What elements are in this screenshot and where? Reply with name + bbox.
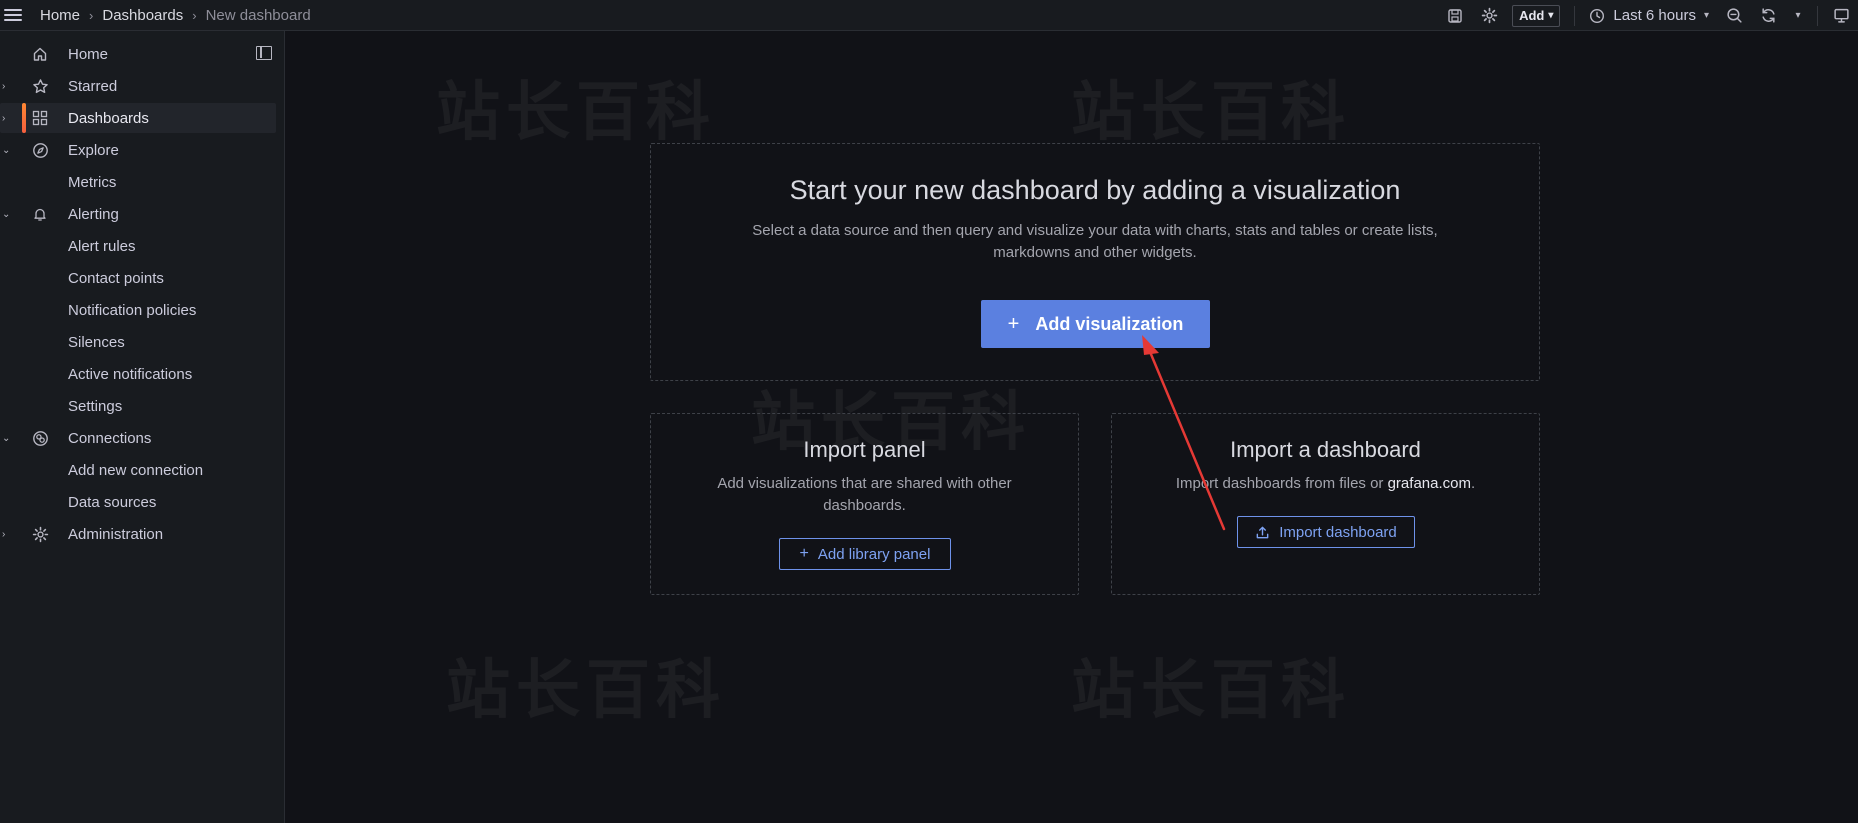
sidebar-item-silences[interactable]: Silences (0, 327, 276, 357)
sidebar-item-explore[interactable]: ⌄ Explore (0, 135, 276, 165)
sidebar-item-label: Administration (68, 525, 164, 543)
home-icon (31, 45, 49, 63)
sidebar-item-label: Dashboards (68, 109, 149, 127)
sidebar-item-notification-policies[interactable]: Notification policies (0, 295, 276, 325)
import-dashboard-title: Import a dashboard (1230, 437, 1421, 462)
sidebar-item-home[interactable]: Home (0, 39, 276, 69)
bell-icon (31, 205, 49, 223)
add-dropdown-button[interactable]: Add ▾ (1512, 4, 1561, 27)
import-dashboard-desc-prefix: Import dashboards from files or (1175, 475, 1388, 492)
sidebar-item-alert-rules[interactable]: Alert rules (0, 231, 276, 261)
import-dashboard-card: Import a dashboard Import dashboards fro… (1111, 413, 1540, 595)
breadcrumb-separator-icon: › (192, 7, 197, 23)
sidebar-item-label: Data sources (68, 493, 157, 511)
sidebar-item-add-new-connection[interactable]: Add new connection (0, 455, 276, 485)
sidebar-item-label: Metrics (68, 173, 117, 191)
sidebar-item-label: Home (68, 45, 109, 63)
plus-icon: + (1007, 312, 1020, 335)
sidebar-item-settings[interactable]: Settings (0, 391, 276, 421)
chevron-down-icon: ▾ (1548, 10, 1554, 21)
add-visualization-label: Add visualization (1035, 313, 1184, 334)
breadcrumb-separator-icon: › (89, 7, 94, 23)
sidebar-item-alerting[interactable]: ⌄ Alerting (0, 199, 276, 229)
settings-gear-icon[interactable] (1472, 2, 1506, 30)
sidebar-item-active-notifications[interactable]: Active notifications (0, 359, 276, 389)
main-content: 站长百科 站长百科 站长百科 站长百科 站长百科 Start your new … (286, 31, 1858, 823)
watermark: 站长百科 (1071, 76, 1351, 150)
sidebar-item-data-sources[interactable]: Data sources (0, 487, 276, 517)
add-label: Add (1519, 8, 1545, 23)
import-dashboard-label: Import dashboard (1279, 523, 1397, 541)
sidebar-item-contact-points[interactable]: Contact points (0, 263, 276, 293)
sidebar-item-label: Notification policies (68, 301, 197, 319)
chevron-right-icon[interactable]: › (2, 81, 5, 92)
chevron-down-icon[interactable]: ⌄ (2, 433, 10, 444)
chevron-down-icon[interactable]: ⌄ (2, 209, 10, 220)
time-range-label: Last 6 hours (1613, 7, 1696, 24)
add-visualization-button[interactable]: + Add visualization (981, 300, 1210, 348)
sidebar-item-connections[interactable]: ⌄ Connections (0, 423, 276, 453)
import-panel-title: Import panel (803, 437, 926, 462)
sidebar-item-administration[interactable]: › Administration (0, 519, 276, 549)
watermark: 站长百科 (446, 654, 726, 728)
zoom-out-icon[interactable] (1717, 2, 1751, 30)
empty-dashboard-title: Start your new dashboard by adding a vis… (789, 175, 1401, 205)
watermark: 站长百科 (436, 76, 716, 150)
cog-icon (31, 525, 49, 543)
sidebar-item-label: Alert rules (68, 237, 136, 255)
empty-dashboard-panel: Start your new dashboard by adding a vis… (650, 143, 1540, 381)
refresh-interval-chevron-icon[interactable]: ▾ (1785, 2, 1811, 30)
sidebar-item-label: Silences (68, 333, 125, 351)
chevron-down-icon: ▾ (1703, 10, 1709, 21)
chevron-right-icon[interactable]: › (2, 529, 5, 540)
sidebar-item-label: Starred (68, 77, 118, 95)
sidebar-item-label: Connections (68, 429, 152, 447)
save-icon[interactable] (1438, 2, 1472, 30)
refresh-icon[interactable] (1751, 2, 1785, 30)
import-dashboard-button[interactable]: Import dashboard (1237, 516, 1415, 548)
import-dashboard-description: Import dashboards from files or grafana.… (1136, 473, 1516, 495)
sidebar-item-label: Add new connection (68, 461, 204, 479)
import-panel-card: Import panel Add visualizations that are… (650, 413, 1079, 595)
compass-icon (31, 141, 49, 159)
sidebar-item-label: Explore (68, 141, 119, 159)
menu-icon[interactable] (2, 6, 24, 24)
import-panel-description: Add visualizations that are shared with … (717, 475, 1012, 514)
sidebar-item-label: Contact points (68, 269, 164, 287)
add-library-panel-label: Add library panel (817, 545, 931, 563)
sidebar: Home › Starred › Dashboards ⌄ Explore Me… (0, 31, 285, 823)
sidebar-item-dashboards[interactable]: › Dashboards (0, 103, 276, 133)
add-library-panel-button[interactable]: + Add library panel (779, 538, 951, 570)
plus-icon: + (799, 545, 809, 562)
star-icon (31, 77, 49, 95)
import-dashboard-desc-suffix: . (1470, 475, 1476, 492)
breadcrumb-dashboards[interactable]: Dashboards (102, 7, 183, 24)
chevron-down-icon[interactable]: ⌄ (2, 145, 10, 156)
upload-icon (1256, 526, 1269, 538)
sidebar-item-starred[interactable]: › Starred (0, 71, 276, 101)
sidebar-item-label: Alerting (68, 205, 119, 223)
top-bar: Home › Dashboards › New dashboard Add ▾ … (0, 0, 1858, 31)
breadcrumb-current: New dashboard (205, 6, 311, 24)
sidebar-item-metrics[interactable]: Metrics (0, 167, 276, 197)
sidebar-item-label: Active notifications (68, 365, 193, 383)
empty-dashboard-description: Select a data source and then query and … (752, 222, 1438, 261)
toolbar-divider (1817, 5, 1818, 26)
apps-icon (31, 109, 49, 127)
time-range-picker[interactable]: Last 6 hours ▾ (1581, 7, 1717, 24)
watermark: 站长百科 (1071, 654, 1351, 728)
connections-icon (31, 429, 49, 447)
sidebar-item-label: Settings (68, 397, 123, 415)
chevron-right-icon[interactable]: › (2, 113, 5, 124)
clock-icon (1590, 8, 1605, 23)
breadcrumb-home[interactable]: Home (40, 7, 80, 24)
grafana-com-link[interactable]: grafana.com (1388, 475, 1471, 492)
toolbar-divider (1574, 5, 1576, 26)
tv-mode-icon[interactable] (1824, 2, 1858, 30)
